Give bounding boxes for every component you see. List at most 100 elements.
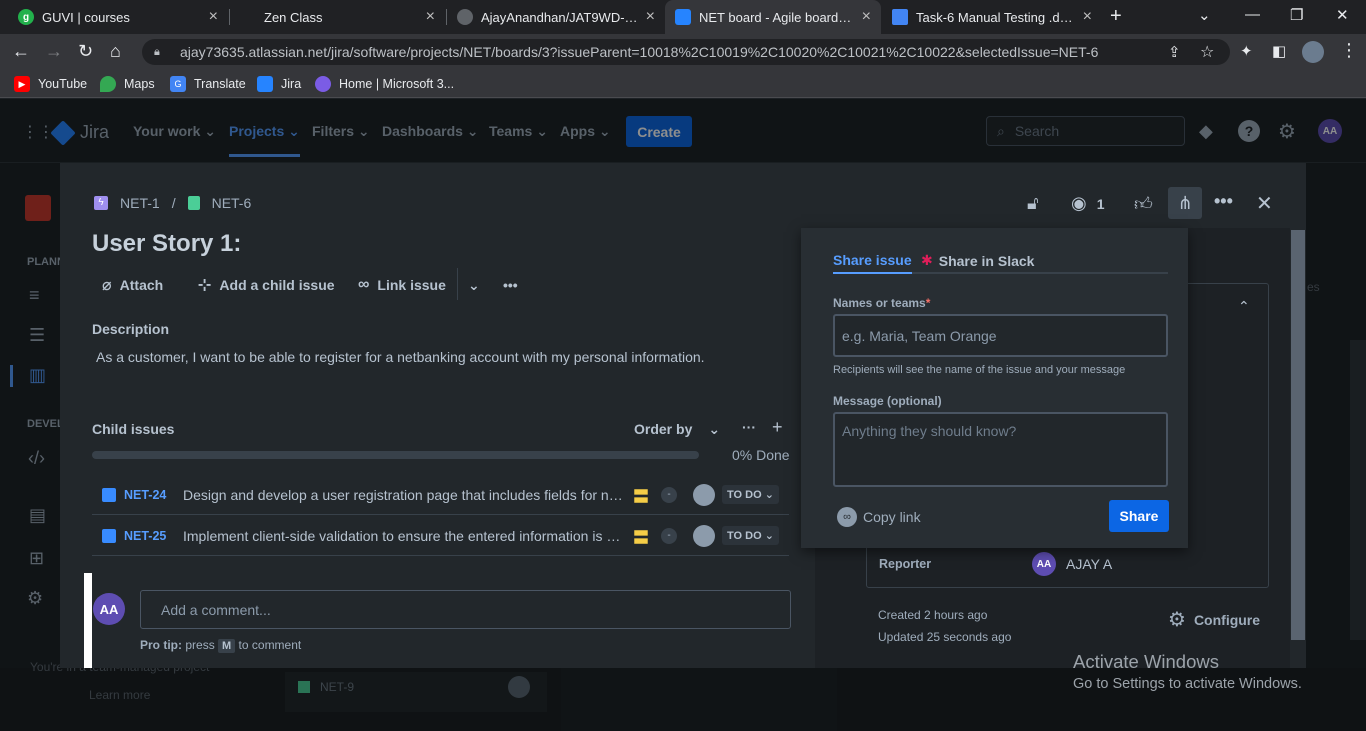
close-tab-icon[interactable]: × [426,8,435,26]
keyboard-shortcut-key: M [218,639,236,653]
story-icon [187,196,200,210]
status-dropdown[interactable]: TO DO ⌄ [722,526,779,545]
parent-issue-link[interactable]: NET-1 [120,195,160,211]
child-issue-key[interactable]: NET-24 [124,488,183,502]
assignee-avatar[interactable] [693,483,715,506]
tab-jira-active[interactable]: NET board - Agile board - Jir × [665,0,881,34]
restore-icon[interactable]: ❐ [1290,6,1303,24]
new-tab-icon[interactable]: + [1110,5,1122,28]
message-textarea[interactable]: Anything they should know? [833,412,1168,487]
bookmark-star-icon[interactable]: ☆ [1200,42,1214,62]
details-scroll-thumb[interactable] [1291,230,1305,640]
add-child-issue-button[interactable]: ⊹ Add a child issue [198,270,335,300]
bookmark-translate[interactable]: G Translate [170,76,246,92]
tab-guvi[interactable]: g GUVI | courses × [8,0,228,34]
unlock-icon[interactable]: 🔓︎ [1027,193,1039,214]
child-more-icon[interactable]: ··· [742,419,756,435]
close-window-icon[interactable]: ✕ [1336,6,1349,24]
minimize-icon[interactable]: — [1245,6,1260,23]
forward-icon[interactable]: → [45,41,63,62]
docs-icon [892,9,908,25]
names-label: Names or teams* [833,296,931,310]
attach-button[interactable]: ⌀ Attach [102,270,163,300]
bookmark-microsoft[interactable]: Home | Microsoft 3... [315,76,454,92]
link-issue-button[interactable]: ∞ Link issue [358,270,446,300]
reload-icon[interactable]: ↻ [78,41,93,62]
browser-tab-strip: g GUVI | courses × Zen Class × AjayAnand… [0,0,1366,34]
description-text[interactable]: As a customer, I want to be able to regi… [96,349,705,365]
bookmark-maps[interactable]: Maps [100,76,155,92]
tab-zen-class[interactable]: Zen Class × [230,0,445,34]
order-by-button[interactable]: Order by ⌄ [634,421,720,438]
names-or-teams-input[interactable]: e.g. Maria, Team Orange [833,314,1168,357]
close-tab-icon[interactable]: × [646,8,655,26]
link-icon: ∞ [837,507,857,527]
tab-share-issue[interactable]: Share issue [833,252,912,274]
description-label: Description [92,321,170,337]
lock-icon: 🔒︎ [154,46,160,58]
child-issue-row[interactable]: NET-24 Design and develop a user registr… [92,475,789,515]
close-icon[interactable]: ✕ [1256,191,1273,216]
comment-input[interactable]: Add a comment... [140,590,791,629]
priority-medium-icon: 〓 [633,488,650,506]
priority-medium-icon: 〓 [633,529,650,547]
comment-avatar: AA [93,593,125,625]
tab-share-slack[interactable]: ✱ Share in Slack [921,252,1034,269]
paperclip-icon: ⌀ [102,277,112,294]
share-button[interactable]: Share [1109,500,1169,532]
reporter-label: Reporter [879,557,932,571]
names-hint: Recipients will see the name of the issu… [833,364,1126,376]
tab-docs[interactable]: Task-6 Manual Testing .docx × [882,0,1102,34]
bookmark-label: Jira [281,77,302,91]
github-icon [457,9,473,25]
more-icon[interactable]: ••• [503,270,518,300]
close-tab-icon[interactable]: × [862,8,871,26]
bookmark-jira[interactable]: Jira [257,76,301,92]
link-dropdown-icon[interactable]: ⌄ [468,270,480,300]
extensions-icon[interactable]: ✦ [1240,42,1253,60]
reporter-avatar: AA [1032,552,1056,576]
status-dropdown[interactable]: TO DO ⌄ [722,485,779,504]
assignee-avatar[interactable] [693,524,715,547]
child-issue-summary[interactable]: Design and develop a user registration p… [183,487,623,503]
home-icon[interactable]: ⌂ [110,41,121,62]
bookmark-label: Home | Microsoft 3... [339,77,455,91]
share-icon[interactable]: ⋔ [1168,187,1202,219]
issue-key-link[interactable]: NET-6 [212,195,252,211]
tab-title: NET board - Agile board - Jir [699,9,854,25]
profile-avatar[interactable] [1302,41,1324,63]
activate-windows-title: Activate Windows [1073,651,1219,672]
issue-title[interactable]: User Story 1: [92,230,241,258]
child-issue-summary[interactable]: Implement client-side validation to ensu… [183,528,623,544]
slack-icon: ✱ [921,252,933,268]
like-icon[interactable]: 👍︎ [1134,193,1153,215]
menu-icon[interactable]: ⋮ [1340,40,1358,61]
bookmark-youtube[interactable]: ▶ YouTube [14,76,87,92]
tab-title: Task-6 Manual Testing .docx [916,9,1075,25]
configure-button[interactable]: ⚙ Configure [1168,607,1260,632]
subtask-icon [102,487,116,502]
bookmark-label: Translate [194,77,246,91]
youtube-icon: ▶ [14,76,30,92]
back-icon[interactable]: ← [12,41,30,62]
collapse-chevron-icon[interactable]: ⌃ [1238,298,1250,315]
more-actions-icon[interactable]: ••• [1214,191,1233,212]
tab-github[interactable]: AjayAnandhan/JAT9WD-Day- × [447,0,665,34]
estimate: - [661,486,677,503]
zen-icon [240,9,256,25]
address-bar[interactable]: 🔒︎ ajay73635.atlassian.net/jira/software… [142,39,1230,65]
reporter-name[interactable]: AJAY A [1066,556,1112,572]
link-icon: ∞ [358,276,370,293]
child-issue-row[interactable]: NET-25 Implement client-side validation … [92,516,789,556]
side-panel-icon[interactable]: ◧ [1272,42,1286,60]
add-child-icon[interactable]: + [772,417,783,438]
copy-link-button[interactable]: ∞ Copy link [837,507,921,527]
share-page-icon[interactable]: ⇪ [1168,43,1181,61]
close-tab-icon[interactable]: × [1083,8,1092,26]
child-issue-key[interactable]: NET-25 [124,529,183,543]
close-tab-icon[interactable]: × [209,8,218,26]
watch-button[interactable]: ◉ 1 [1071,193,1105,214]
tab-search-icon[interactable]: ⌄ [1198,6,1211,24]
tab-title: AjayAnandhan/JAT9WD-Day- [481,9,638,25]
url-text: ajay73635.atlassian.net/jira/software/pr… [180,44,1099,60]
